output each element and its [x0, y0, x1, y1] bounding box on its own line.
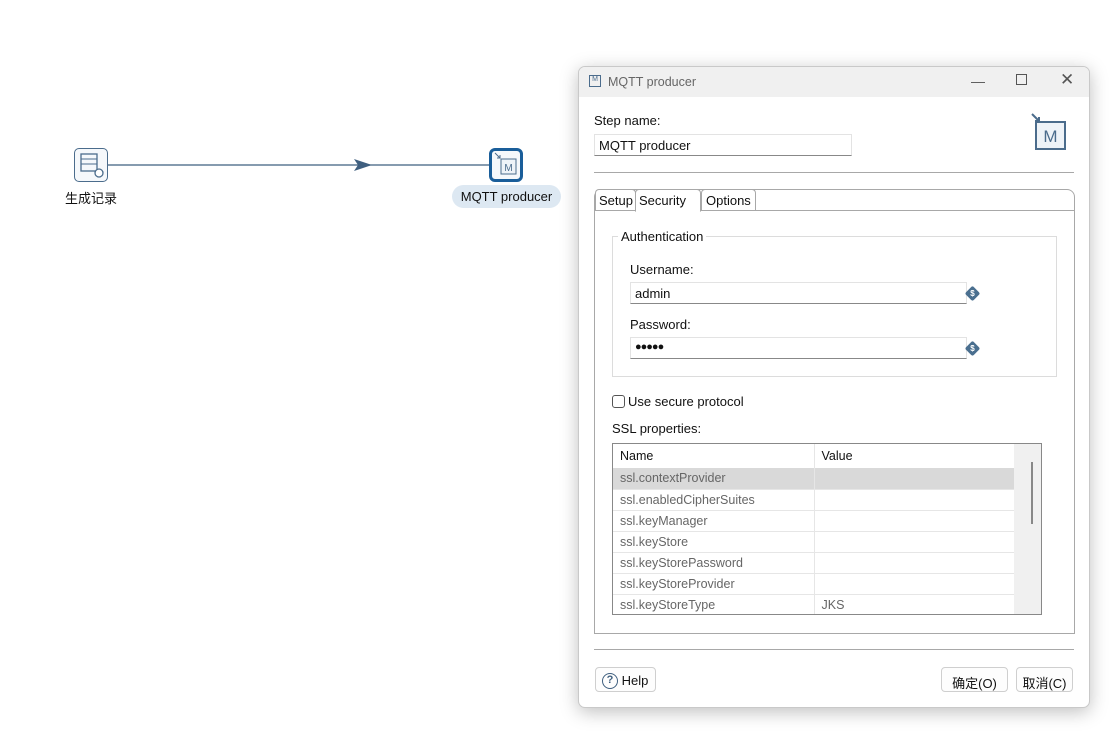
- password-label: Password:: [630, 317, 691, 332]
- username-input[interactable]: admin: [630, 282, 967, 304]
- column-header-name[interactable]: Name: [613, 444, 815, 468]
- variable-icon[interactable]: $: [964, 285, 981, 302]
- minimize-button[interactable]: —: [971, 73, 985, 89]
- variable-icon[interactable]: $: [964, 340, 981, 357]
- column-header-value[interactable]: Value: [814, 444, 1015, 468]
- cell-value[interactable]: [814, 573, 1015, 595]
- help-button[interactable]: ? Help: [595, 667, 656, 692]
- cell-name[interactable]: ssl.keyStore: [613, 531, 815, 553]
- cell-value[interactable]: [814, 552, 1015, 574]
- table-row[interactable]: ssl.keyStorePassword: [613, 552, 1015, 574]
- scrollbar[interactable]: [1014, 444, 1041, 614]
- cell-value[interactable]: [814, 510, 1015, 532]
- mqtt-producer-icon: M: [494, 152, 517, 175]
- cell-name[interactable]: ssl.keyManager: [613, 510, 815, 532]
- table-row[interactable]: ssl.keyStoreType JKS: [613, 594, 1015, 614]
- hop-arrow[interactable]: [0, 0, 578, 736]
- node-label: MQTT producer: [452, 185, 561, 208]
- table-row[interactable]: ssl.keyStoreProvider: [613, 573, 1015, 595]
- cell-value[interactable]: [814, 489, 1015, 511]
- canvas[interactable]: 生成记录 M MQTT producer: [0, 0, 578, 736]
- step-name-label: Step name:: [594, 113, 661, 128]
- svg-text:M: M: [1043, 127, 1057, 146]
- cell-value[interactable]: [814, 531, 1015, 553]
- svg-text:M: M: [504, 163, 512, 174]
- ok-button[interactable]: 确定(O): [941, 667, 1008, 692]
- mqtt-producer-dialog: M MQTT producer — ✕ Step name: MQTT prod…: [578, 66, 1090, 708]
- use-secure-protocol-checkbox[interactable]: [612, 395, 625, 408]
- ssl-properties-label: SSL properties:: [612, 421, 702, 436]
- title-bar[interactable]: M MQTT producer — ✕: [579, 67, 1089, 97]
- password-input[interactable]: ●●●●●: [630, 337, 967, 359]
- table-row[interactable]: ssl.keyManager: [613, 510, 1015, 532]
- tab-options[interactable]: Options: [701, 189, 756, 210]
- scrollbar-thumb[interactable]: [1031, 462, 1033, 524]
- cell-name[interactable]: ssl.keyStorePassword: [613, 552, 815, 574]
- app-icon: M: [589, 75, 601, 87]
- cell-value[interactable]: [814, 468, 1015, 490]
- table-row[interactable]: ssl.keyStore: [613, 531, 1015, 553]
- dialog-title: MQTT producer: [608, 75, 696, 89]
- cancel-button[interactable]: 取消(C): [1016, 667, 1073, 692]
- help-button-label: Help: [621, 673, 649, 689]
- mqtt-step-icon: M: [1031, 113, 1066, 150]
- tab-security[interactable]: Security: [635, 189, 701, 212]
- close-button[interactable]: ✕: [1060, 70, 1074, 90]
- generate-rows-node[interactable]: [74, 148, 108, 182]
- cell-name[interactable]: ssl.contextProvider: [613, 468, 815, 490]
- cell-name[interactable]: ssl.keyStoreProvider: [613, 573, 815, 595]
- cell-name[interactable]: ssl.enabledCipherSuites: [613, 489, 815, 511]
- use-secure-protocol-label[interactable]: Use secure protocol: [628, 394, 744, 409]
- generate-rows-icon: [80, 153, 104, 178]
- username-label: Username:: [630, 262, 694, 277]
- table-row[interactable]: ssl.enabledCipherSuites: [613, 489, 1015, 511]
- tab-setup[interactable]: Setup: [595, 189, 636, 210]
- table-row[interactable]: ssl.contextProvider: [613, 468, 1015, 490]
- node-label: 生成记录: [64, 191, 117, 206]
- cell-name[interactable]: ssl.keyStoreType: [613, 594, 815, 614]
- step-name-input[interactable]: MQTT producer: [594, 134, 852, 156]
- maximize-button[interactable]: [1016, 74, 1027, 85]
- mqtt-producer-node[interactable]: M: [489, 148, 523, 182]
- ssl-properties-table[interactable]: Name Value ssl.contextProvider ssl.enabl…: [612, 443, 1042, 615]
- cell-value[interactable]: JKS: [814, 594, 1015, 614]
- authentication-legend: Authentication: [618, 229, 707, 244]
- help-icon: ?: [602, 672, 618, 689]
